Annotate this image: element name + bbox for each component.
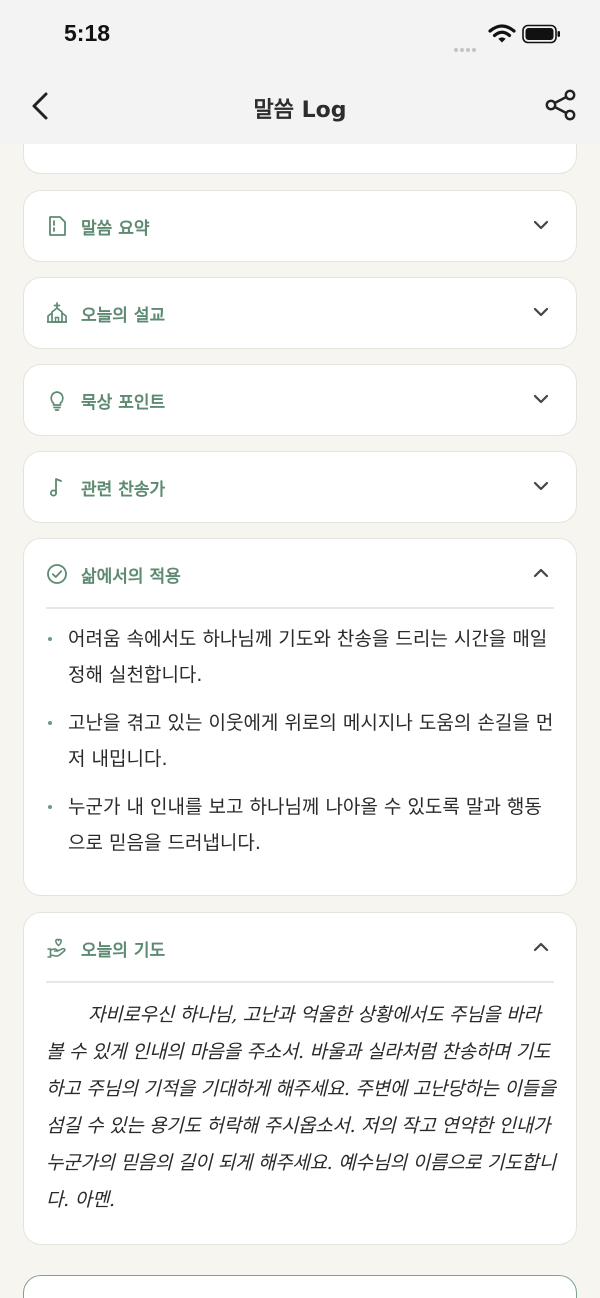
navigation-bar: 말씀 Log bbox=[0, 68, 600, 144]
application-list: 어려움 속에서도 하나님께 기도와 찬송을 드리는 시간을 매일 정해 실천합니… bbox=[46, 621, 556, 873]
chevron-down-icon[interactable] bbox=[532, 218, 550, 232]
section-title: 오늘의 설교 bbox=[81, 306, 166, 326]
previous-card bbox=[23, 144, 577, 174]
chevron-up-icon[interactable] bbox=[532, 940, 550, 954]
section-header-summary[interactable]: 말씀 요약 bbox=[24, 191, 576, 261]
section-card-summary[interactable]: 말씀 요약 bbox=[23, 190, 577, 262]
section-header-application[interactable]: 삶에서의 적용 bbox=[24, 539, 576, 609]
check-circle-icon bbox=[47, 564, 67, 584]
section-card-hymn[interactable]: 관련 찬송가 bbox=[23, 451, 577, 523]
list-item: 고난을 겪고 있는 이웃에게 위로의 메시지나 도움의 손길을 먼저 내밉니다. bbox=[46, 705, 556, 777]
document-icon bbox=[49, 216, 66, 236]
section-card-prayer[interactable]: 오늘의 기도 자비로우신 하나님, 고난과 억울한 상황에서도 주님을 바라볼 … bbox=[23, 912, 577, 1245]
status-bar: 5:18 bbox=[0, 0, 600, 68]
section-card-application[interactable]: 삶에서의 적용 어려움 속에서도 하나님께 기도와 찬송을 드리는 시간을 매일… bbox=[23, 538, 577, 896]
section-divider bbox=[46, 607, 554, 609]
battery-icon bbox=[522, 24, 560, 44]
section-card-meditation[interactable]: 묵상 포인트 bbox=[23, 364, 577, 436]
chevron-down-icon[interactable] bbox=[532, 305, 550, 319]
prayer-text: 자비로우신 하나님, 고난과 억울한 상황에서도 주님을 바라볼 수 있게 인내… bbox=[46, 1004, 556, 1211]
list-item: 어려움 속에서도 하나님께 기도와 찬송을 드리는 시간을 매일 정해 실천합니… bbox=[46, 621, 556, 693]
section-title: 말씀 요약 bbox=[81, 219, 150, 239]
section-header-prayer[interactable]: 오늘의 기도 bbox=[24, 913, 576, 983]
share-button[interactable] bbox=[544, 88, 578, 122]
section-divider bbox=[46, 981, 554, 983]
section-header-meditation[interactable]: 묵상 포인트 bbox=[24, 365, 576, 435]
chevron-up-icon[interactable] bbox=[532, 566, 550, 580]
page-title: 말씀 Log bbox=[253, 98, 347, 123]
status-time: 5:18 bbox=[64, 20, 111, 46]
list-item: 누군가 내 인내를 보고 하나님께 나아올 수 있도록 말과 행동으로 믿음을 … bbox=[46, 789, 556, 861]
praying-hand-heart-icon bbox=[47, 938, 66, 958]
section-header-hymn[interactable]: 관련 찬송가 bbox=[24, 452, 576, 522]
section-header-sermon[interactable]: 오늘의 설교 bbox=[24, 278, 576, 348]
section-title: 관련 찬송가 bbox=[81, 480, 166, 500]
chevron-down-icon[interactable] bbox=[532, 392, 550, 406]
section-card-sermon[interactable]: 오늘의 설교 bbox=[23, 277, 577, 349]
lightbulb-icon bbox=[50, 391, 64, 411]
chevron-down-icon[interactable] bbox=[532, 479, 550, 493]
next-card[interactable] bbox=[23, 1275, 577, 1298]
section-title: 묵상 포인트 bbox=[81, 393, 166, 413]
section-title: 오늘의 기도 bbox=[81, 941, 166, 961]
wifi-icon bbox=[488, 24, 516, 43]
music-note-icon bbox=[50, 478, 62, 497]
cellular-signal-icon bbox=[454, 37, 478, 56]
section-title: 삶에서의 적용 bbox=[81, 567, 181, 587]
scroll-content[interactable]: 말씀 요약 오늘의 설교 묵상 포인트 관련 찬송가 삶에서의 적용 어려움 속… bbox=[0, 144, 600, 1298]
church-icon bbox=[47, 302, 67, 323]
